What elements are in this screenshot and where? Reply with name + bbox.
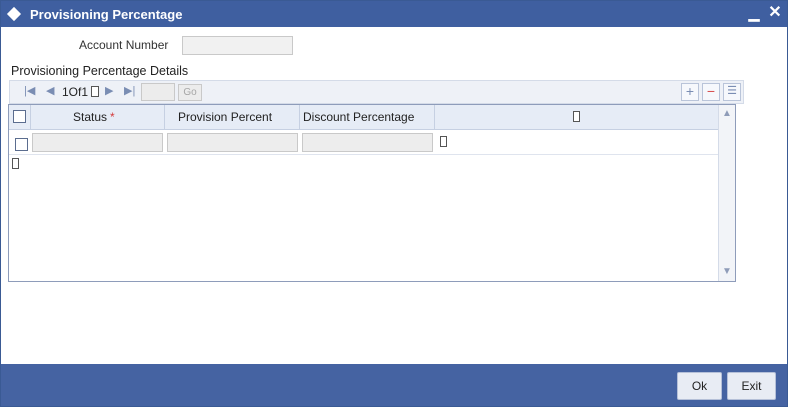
diamond-icon	[6, 6, 22, 22]
vertical-scrollbar[interactable]: ▲ ▼	[718, 105, 735, 281]
row-divider	[9, 154, 718, 155]
footer-bar: Ok Exit	[1, 364, 787, 406]
column-divider	[299, 105, 300, 130]
scroll-down-icon[interactable]: ▼	[720, 265, 734, 279]
last-page-icon[interactable]: ▶|	[124, 84, 135, 97]
ok-button[interactable]: Ok	[677, 372, 722, 400]
next-page-icon[interactable]: ▶	[105, 84, 113, 97]
delete-row-icon[interactable]: −	[702, 83, 720, 101]
column-header-label: Status	[73, 110, 108, 124]
close-icon[interactable]: ✕	[766, 4, 784, 22]
grid-glyph-icon	[12, 158, 19, 169]
row-checkbox[interactable]	[15, 138, 28, 151]
header-glyph-icon	[573, 111, 580, 122]
column-divider	[30, 105, 31, 130]
page-number-input[interactable]	[141, 83, 175, 101]
column-header-status[interactable]: Status *	[73, 110, 115, 124]
column-divider	[164, 105, 165, 130]
go-button[interactable]: Go	[178, 84, 202, 101]
dialog-window: Provisioning Percentage ▁ ✕ Account Numb…	[0, 0, 788, 407]
row-glyph-icon	[440, 136, 447, 147]
minimize-icon[interactable]: ▁	[745, 4, 763, 22]
account-number-label: Account Number	[79, 38, 169, 52]
column-header-discount-percentage[interactable]: Discount Percentage	[303, 110, 414, 124]
provision-percent-field[interactable]	[167, 133, 298, 152]
account-number-field[interactable]	[182, 36, 293, 55]
column-divider	[434, 105, 435, 130]
add-row-icon[interactable]: +	[681, 83, 699, 101]
column-header-provision-percent[interactable]: Provision Percent	[178, 110, 272, 124]
window-title: Provisioning Percentage	[30, 7, 183, 22]
details-grid: Status * Provision Percent Discount Perce…	[8, 104, 736, 282]
exit-button[interactable]: Exit	[727, 372, 776, 400]
scroll-up-icon[interactable]: ▲	[720, 107, 734, 121]
discount-percentage-field[interactable]	[302, 133, 433, 152]
page-glyph-icon	[91, 86, 99, 97]
first-page-icon[interactable]: |◀	[24, 84, 35, 97]
columns-icon[interactable]: ☰	[723, 83, 741, 101]
select-all-checkbox[interactable]	[13, 110, 26, 123]
page-info: 1Of1	[62, 85, 89, 99]
grid-toolbar: |◀ ◀ 1Of1 ▶ ▶| Go + − ☰	[9, 80, 744, 104]
prev-page-icon[interactable]: ◀	[46, 84, 54, 97]
required-marker: *	[110, 110, 115, 124]
title-bar: Provisioning Percentage ▁ ✕	[1, 1, 787, 27]
grid-header: Status * Provision Percent Discount Perce…	[9, 105, 718, 130]
status-field[interactable]	[32, 133, 163, 152]
section-title: Provisioning Percentage Details	[11, 64, 189, 78]
